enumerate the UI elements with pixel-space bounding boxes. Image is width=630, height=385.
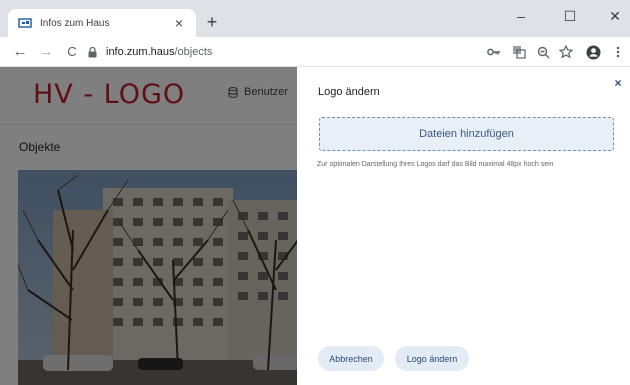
lock-icon <box>86 46 98 58</box>
menu-icon[interactable] <box>610 44 626 60</box>
reload-button[interactable]: C <box>62 42 82 62</box>
minimize-button[interactable]: – <box>506 6 536 26</box>
zoom-icon[interactable] <box>535 44 551 60</box>
maximize-button[interactable]: ☐ <box>555 6 585 26</box>
url-host: info.zum.haus <box>106 46 175 58</box>
tab-title: Infos zum Haus <box>40 17 110 29</box>
dropzone-label: Dateien hinzufügen <box>419 128 514 140</box>
url-text: info.zum.haus/objects <box>106 46 212 58</box>
profile-icon[interactable] <box>585 44 601 60</box>
change-logo-button-label: Logo ändern <box>406 353 458 364</box>
browser-window: Infos zum Haus × + – ☐ ✕ ← → C info.zum.… <box>0 0 630 385</box>
change-logo-button[interactable]: Logo ändern <box>395 346 469 371</box>
key-icon[interactable] <box>486 44 502 60</box>
file-dropzone[interactable]: Dateien hinzufügen <box>319 117 614 151</box>
panel-title: Logo ändern <box>318 86 380 98</box>
logo-panel: × Logo ändern Dateien hinzufügen Zur opt… <box>297 67 630 385</box>
tab-close-icon[interactable]: × <box>172 16 186 30</box>
forward-button[interactable]: → <box>36 42 56 62</box>
close-icon[interactable]: × <box>612 77 624 89</box>
upload-hint: Zur optimalen Darstellung Ihres Logos da… <box>317 161 554 168</box>
favicon-icon <box>18 16 32 30</box>
star-icon[interactable] <box>558 44 574 60</box>
browser-toolbar: ← → C info.zum.haus/objects <box>0 37 630 67</box>
browser-tab[interactable]: Infos zum Haus × <box>8 9 196 37</box>
url-path: /objects <box>174 46 213 58</box>
tab-strip: Infos zum Haus × + – ☐ ✕ <box>0 0 630 37</box>
close-window-button[interactable]: ✕ <box>600 6 630 26</box>
cancel-button[interactable]: Abbrechen <box>318 346 384 371</box>
cancel-button-label: Abbrechen <box>329 353 373 364</box>
new-tab-button[interactable]: + <box>202 12 222 32</box>
back-button[interactable]: ← <box>10 42 30 62</box>
translate-icon[interactable] <box>511 44 527 60</box>
